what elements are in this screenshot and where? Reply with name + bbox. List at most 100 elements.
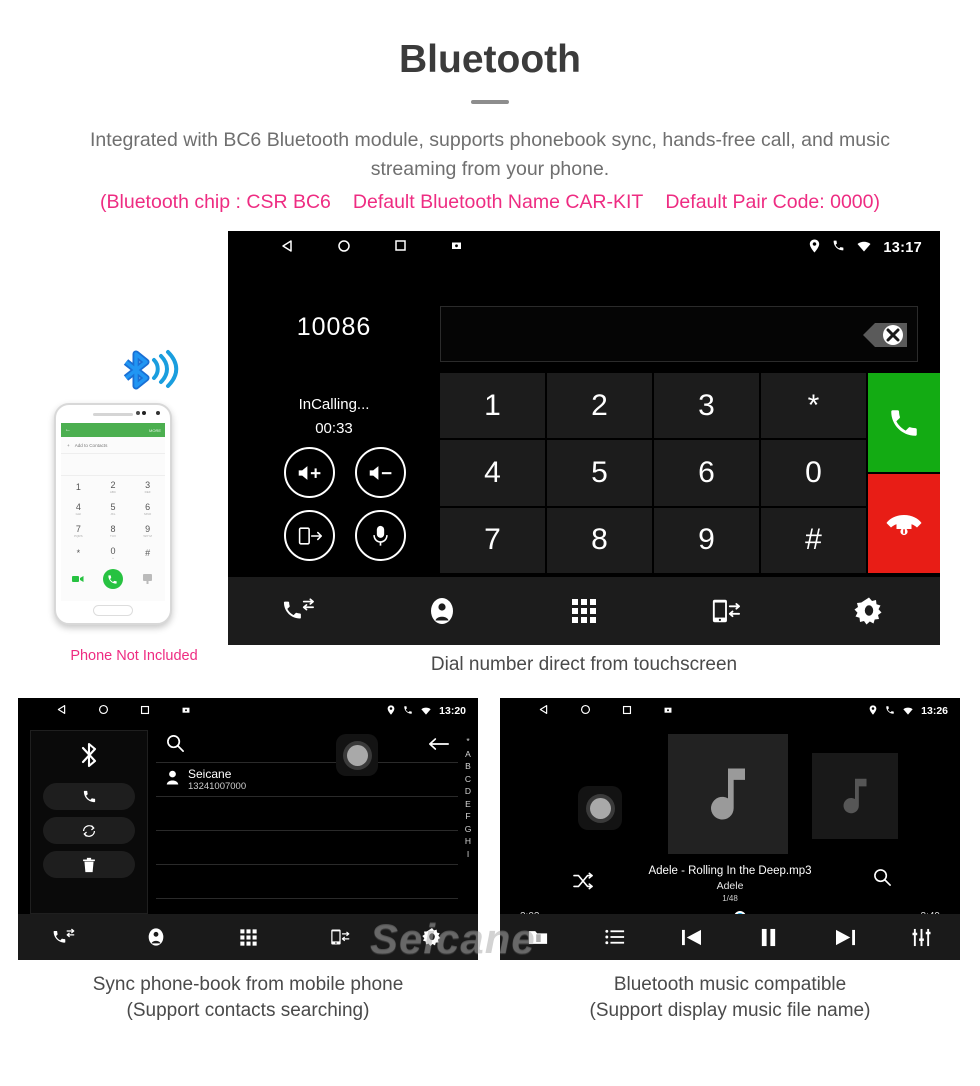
track-count: 1/48 — [722, 894, 738, 903]
phonebook-back-arrow-icon[interactable] — [428, 737, 450, 756]
screenshot-icon[interactable] — [450, 239, 463, 257]
nav-equalizer[interactable] — [883, 928, 960, 947]
phone-device-frame: ← MORE + Add to Contacts 1 2 ABC 3 DEF 4 GH… — [54, 403, 172, 625]
shuffle-icon[interactable] — [572, 872, 594, 895]
dialer-keypad: 1 2 3 * 4 5 6 0 7 8 9 # — [440, 373, 940, 573]
alpha-index-item[interactable]: * — [466, 736, 469, 746]
recents-icon[interactable] — [394, 239, 407, 257]
keypad-key-2[interactable]: 2 — [547, 373, 652, 439]
phone-key-digit: 5 — [110, 501, 116, 512]
wifi-icon — [903, 702, 913, 720]
alpha-index-item[interactable]: H — [465, 836, 471, 846]
keypad-key-6[interactable]: 6 — [654, 440, 759, 506]
phone-key: # — [130, 542, 165, 564]
nav-settings[interactable] — [798, 596, 940, 626]
bluetooth-wireless-icon — [110, 344, 188, 407]
nav-contacts[interactable] — [110, 927, 202, 947]
album-art-current[interactable] — [668, 734, 788, 854]
table-row[interactable] — [156, 831, 458, 865]
keypad-key-5[interactable]: 5 — [547, 440, 652, 506]
music-track-info: Adele - Rolling In the Deep.mp3 Adele 1/… — [500, 864, 960, 905]
alpha-index-item[interactable]: C — [465, 774, 471, 784]
nav-contacts[interactable] — [370, 596, 512, 626]
nav-call-log[interactable] — [18, 928, 110, 947]
screenshot-icon[interactable] — [663, 702, 673, 720]
nav-playlist[interactable] — [577, 929, 654, 945]
phonebook-search-bar[interactable] — [156, 730, 458, 763]
keypad-key-4[interactable]: 4 — [440, 440, 545, 506]
keypad-key-0[interactable]: 0 — [761, 440, 866, 506]
home-icon[interactable] — [580, 702, 591, 720]
nav-call-log[interactable] — [228, 597, 370, 625]
contact-avatar-icon — [166, 770, 179, 790]
nav-keypad[interactable] — [513, 597, 655, 625]
call-button[interactable] — [868, 373, 940, 472]
nav-phone-sync[interactable] — [294, 927, 386, 947]
phonebook-call-button[interactable] — [43, 783, 135, 810]
recents-icon[interactable] — [140, 702, 150, 720]
phonebook-delete-button[interactable] — [43, 851, 135, 878]
keypad-key-hash[interactable]: # — [761, 507, 866, 573]
backspace-button[interactable] — [841, 315, 909, 355]
back-icon[interactable] — [280, 239, 294, 258]
nav-folder[interactable] — [500, 928, 577, 946]
nav-next[interactable] — [807, 928, 884, 947]
transfer-to-phone-button[interactable] — [284, 510, 335, 561]
table-row[interactable] — [156, 797, 458, 831]
alphabet-index[interactable]: * A B C D E F G H I — [458, 730, 478, 914]
back-icon[interactable] — [56, 702, 67, 720]
table-row[interactable]: Seicane 13241007000 — [156, 763, 458, 797]
phone-add-contact-row: + Add to Contacts — [61, 437, 165, 454]
nav-keypad[interactable] — [202, 928, 294, 947]
album-art-next[interactable] — [812, 753, 898, 839]
alpha-index-item[interactable]: D — [465, 786, 471, 796]
recents-icon[interactable] — [622, 702, 632, 720]
alpha-index-item[interactable]: E — [465, 799, 471, 809]
alpha-index-item[interactable]: A — [465, 749, 471, 759]
alpha-index-item[interactable]: B — [465, 761, 471, 771]
phonebook-sync-button[interactable] — [43, 817, 135, 844]
table-row[interactable] — [156, 865, 458, 899]
nav-phone-sync[interactable] — [655, 596, 797, 626]
phone-call-button — [102, 569, 123, 589]
volume-down-button[interactable] — [355, 447, 406, 498]
nav-pause[interactable] — [730, 928, 807, 947]
status-bar-clock: 13:20 — [439, 705, 466, 717]
keypad-key-7[interactable]: 7 — [440, 507, 545, 573]
dialer-status-bar: 13:17 — [228, 231, 940, 265]
alpha-index-item[interactable]: F — [465, 811, 470, 821]
keypad-key-1[interactable]: 1 — [440, 373, 545, 439]
home-icon[interactable] — [98, 702, 109, 720]
alpha-index-item[interactable]: I — [467, 849, 469, 859]
dial-input-field[interactable] — [440, 306, 918, 362]
call-timer: 00:33 — [315, 420, 353, 437]
microphone-button[interactable] — [355, 510, 406, 561]
status-bar-nav-icons — [56, 698, 191, 724]
album-art-carousel — [500, 724, 960, 864]
phone-home-button — [93, 605, 133, 616]
keypad-key-star[interactable]: * — [761, 373, 866, 439]
knob-outer-ring — [585, 793, 615, 823]
search-icon[interactable] — [873, 868, 892, 892]
status-bar-clock: 13:17 — [883, 240, 922, 256]
phone-key-letters: WXYZ — [143, 533, 152, 538]
title-divider — [471, 100, 509, 104]
phone-speaker — [93, 413, 133, 416]
keypad-key-8[interactable]: 8 — [547, 507, 652, 573]
home-icon[interactable] — [337, 239, 351, 258]
back-icon[interactable] — [538, 702, 549, 720]
phonebook-contact-list: Seicane 13241007000 — [156, 730, 458, 914]
nav-previous[interactable] — [653, 928, 730, 947]
volume-up-button[interactable] — [284, 447, 335, 498]
phone-key-letters: JKL — [110, 511, 116, 516]
hangup-button[interactable] — [868, 474, 940, 573]
bluetooth-spec-line: (Bluetooth chip : CSR BC6 Default Bluetoo… — [0, 191, 980, 214]
alpha-index-item[interactable]: G — [465, 824, 472, 834]
screenshot-icon[interactable] — [181, 702, 191, 720]
phone-key-digit: # — [145, 547, 151, 558]
keypad-key-3[interactable]: 3 — [654, 373, 759, 439]
nav-settings[interactable] — [386, 927, 478, 947]
keypad-key-9[interactable]: 9 — [654, 507, 759, 573]
phone-sensor — [136, 411, 140, 415]
phone-key: 6 MNO — [130, 498, 165, 520]
